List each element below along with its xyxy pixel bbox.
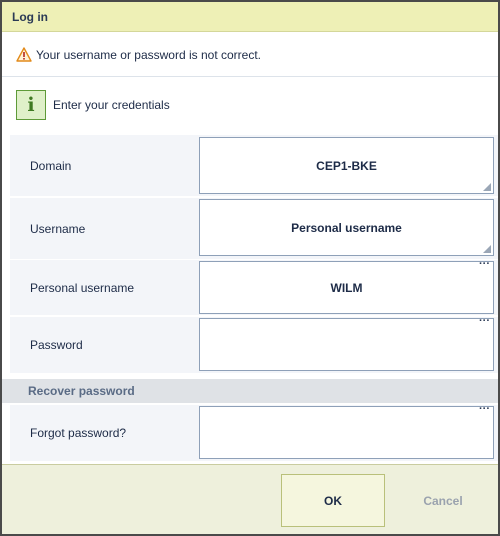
more-options-icon[interactable]: ··· [479,316,490,327]
username-field[interactable]: Personal username [199,199,494,256]
dialog-title: Log in [12,9,48,24]
password-label: Password [30,338,83,352]
domain-field[interactable]: CEP1-BKE [199,137,494,194]
username-row: Username Personal username [10,198,498,259]
username-value: Personal username [291,220,402,235]
info-icon: i [16,90,46,120]
domain-value: CEP1-BKE [316,158,377,173]
login-dialog: Log in Your username or password is not … [0,0,500,536]
dialog-footer: OK Cancel [2,464,498,534]
personal-username-row: Personal username WILM ··· [10,259,498,315]
ok-button[interactable]: OK [281,474,385,527]
domain-label: Domain [30,158,72,173]
recover-password-title: Recover password [28,384,135,398]
resize-handle-icon[interactable] [483,183,491,191]
personal-username-value: WILM [330,280,363,295]
domain-row: Domain CEP1-BKE [10,135,498,196]
password-field[interactable]: ··· [199,316,494,371]
form-left-margin [2,133,10,462]
username-label: Username [30,221,86,236]
info-message-row: i Enter your credentials [2,78,498,132]
personal-username-field[interactable]: WILM ··· [199,259,494,314]
personal-username-label: Personal username [30,280,135,295]
forgot-password-label: Forgot password? [30,426,127,440]
error-message-text: Your username or password is not correct… [36,47,261,62]
cancel-button[interactable]: Cancel [394,474,492,527]
info-message-text: Enter your credentials [53,98,170,112]
password-row: Password ··· [10,316,498,373]
recover-password-section: Recover password [2,379,498,403]
more-options-icon[interactable]: ··· [479,404,490,415]
forgot-password-row: Forgot password? ··· [10,404,498,461]
warning-triangle-icon [16,47,32,62]
resize-handle-icon[interactable] [483,245,491,253]
forgot-password-field[interactable]: ··· [199,404,494,459]
more-options-icon[interactable]: ··· [479,259,490,270]
error-message-row: Your username or password is not correct… [2,33,498,77]
dialog-titlebar: Log in [2,2,498,32]
